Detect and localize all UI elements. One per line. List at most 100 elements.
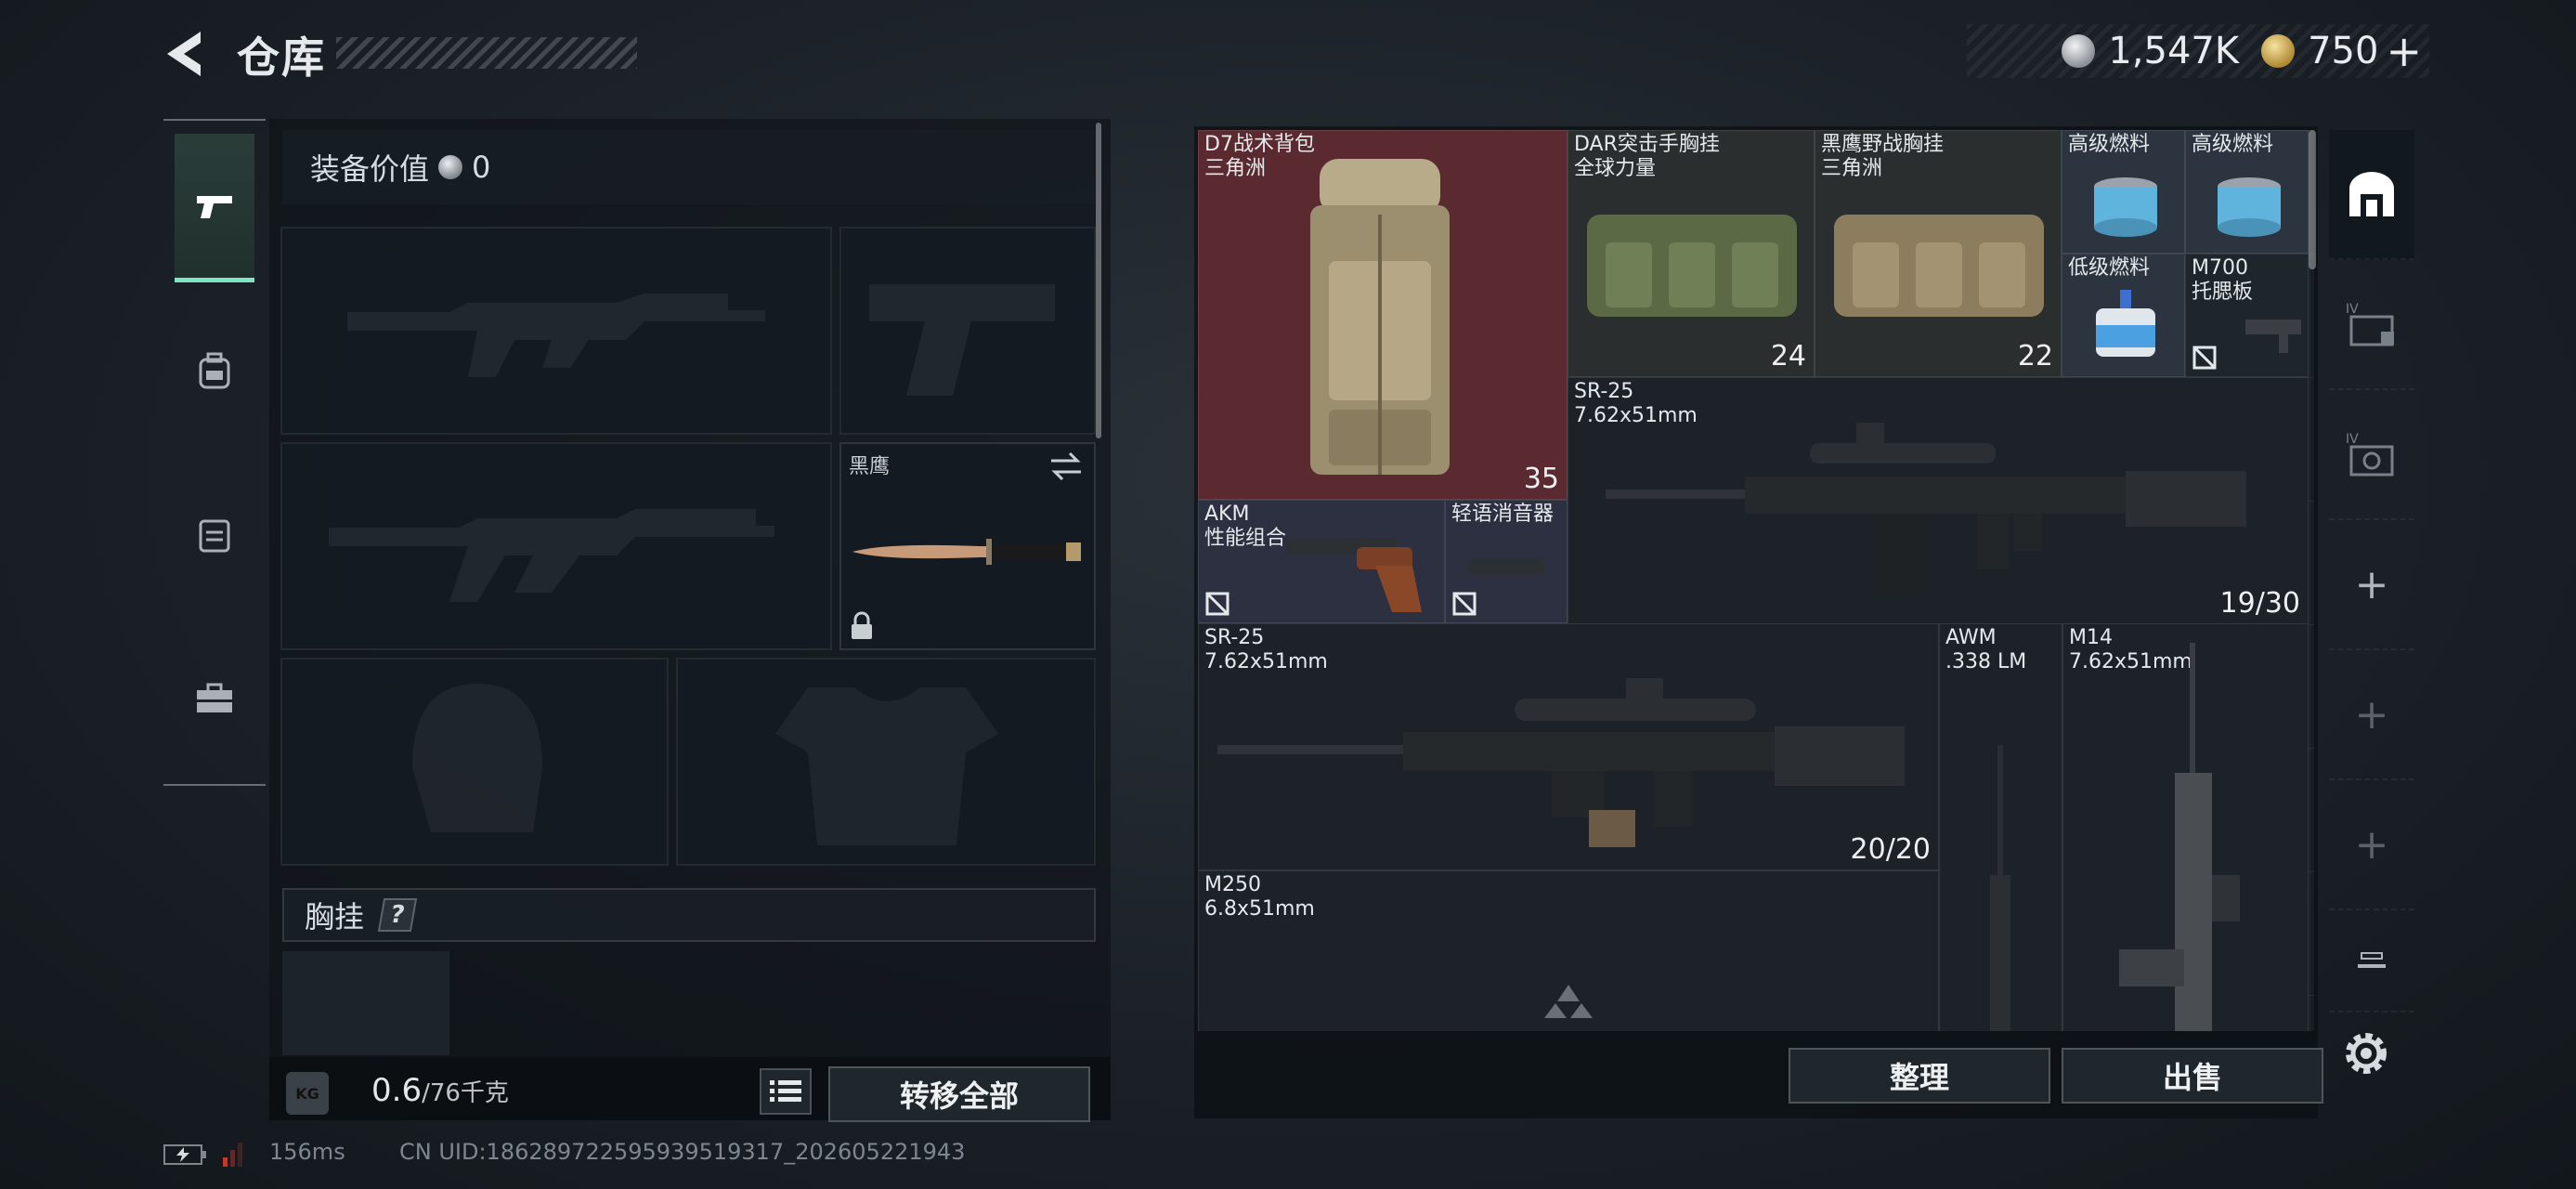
item-name: M14 [2069, 626, 2113, 649]
silver-amount: 1,547K [2108, 30, 2240, 72]
nav-medkit[interactable] [175, 624, 254, 773]
rifle-silhouette-icon [329, 509, 774, 602]
tab-container-2[interactable]: IV [2329, 390, 2414, 520]
stash-item-chest-rig-dar[interactable]: DAR突击手胸挂 全球力量 24 [1568, 130, 1815, 377]
cheek-rest-icon [2245, 320, 2301, 353]
item-name: 黑鹰野战胸挂 [1821, 133, 1945, 156]
stash-item-m250[interactable]: M250 6.8x51mm [1198, 870, 1939, 1031]
stash-item-awm[interactable]: AWM .338 LM [1939, 623, 2062, 1031]
tray-icon [2358, 952, 2386, 968]
pistol-silhouette-icon [869, 284, 1055, 396]
silver-coin-icon [2062, 34, 2096, 68]
stash-panel: D7战术背包 三角洲 35 DAR突击手胸挂 全球力量 24 黑鹰野战胸挂 三角… [1194, 126, 2323, 1118]
organize-button[interactable]: 整理 [1789, 1048, 2050, 1104]
container-iv-2-icon: IV [2346, 432, 2394, 477]
stash-item-sr25-2[interactable]: SR-25 7.62x51mm 20/20 [1198, 623, 1939, 870]
stash-item-m14[interactable]: M14 7.62x51mm [2062, 623, 2309, 1031]
item-name: 高级燃料 [2068, 133, 2151, 156]
stash-item-fuel-high[interactable]: 高级燃料 [2062, 130, 2185, 254]
ping-readout: 156ms [269, 1139, 345, 1165]
currency-bar[interactable]: 1,547K 750 + [1967, 24, 2429, 78]
item-sub: 全球力量 [1574, 157, 1657, 180]
list-icon [770, 1080, 801, 1102]
loadout-panel: 装备价值 0 黑鹰 胸挂 ? KG 0.6/76千克 转移全部 [269, 119, 1111, 1122]
chest-rig-label: 胸挂 [305, 899, 365, 934]
equip-value-bar: 装备价值 0 [282, 130, 1096, 204]
fuel-can-icon [2218, 177, 2281, 237]
stash-scrollbar[interactable] [2309, 130, 2316, 269]
bag-icon [199, 519, 230, 553]
settings-gear-icon[interactable] [2338, 1026, 2394, 1081]
help-icon[interactable]: ? [377, 898, 418, 932]
item-name: SR-25 [1204, 626, 1265, 649]
item-sub: 三角洲 [1821, 157, 1883, 180]
title-decoration [336, 37, 637, 69]
equip-value-amount: 0 [472, 150, 491, 185]
no-drag-icon [1205, 592, 1229, 616]
stash-item-sr25-1[interactable]: SR-25 7.62x51mm 19/30 [1568, 377, 2309, 624]
toolbox-icon [197, 683, 232, 712]
pistol-slot[interactable] [839, 227, 1096, 435]
backpack-art-icon [1310, 159, 1450, 475]
nav-bags[interactable] [175, 461, 254, 609]
item-name: DAR突击手胸挂 [1574, 133, 1720, 156]
chest-rig-header: 胸挂 ? [282, 888, 1096, 942]
page-title: 仓库 [237, 33, 326, 83]
gold-coin-icon [2261, 34, 2296, 68]
list-view-button[interactable] [760, 1068, 812, 1115]
stash-item-akm-kit[interactable]: AKM 性能组合 [1198, 500, 1445, 623]
item-sub: 三角洲 [1204, 157, 1267, 180]
transfer-all-button[interactable]: 转移全部 [828, 1066, 1090, 1122]
armor-slot[interactable] [676, 658, 1096, 866]
item-sub: .338 LM [1945, 650, 2027, 673]
kg-icon: KG [286, 1072, 329, 1115]
item-name: M250 [1204, 873, 1261, 896]
stash-item-backpack[interactable]: D7战术背包 三角洲 35 [1198, 130, 1568, 500]
weight-bar: KG 0.6/76千克 转移全部 [269, 1057, 1111, 1122]
helmet-slot[interactable] [280, 658, 669, 866]
item-name: AKM [1204, 503, 1250, 526]
primary-weapon-slot[interactable] [280, 227, 832, 435]
stash-item-suppressor[interactable]: 轻语消音器 [1445, 500, 1568, 623]
rifle-art-icon [1606, 423, 2246, 597]
plus-icon: + [2354, 820, 2389, 869]
swap-icon[interactable] [1047, 450, 1085, 483]
tab-add-2[interactable]: + [2329, 650, 2414, 780]
sell-button[interactable]: 出售 [2062, 1048, 2323, 1104]
no-drag-icon [2192, 346, 2217, 370]
delta-logo-icon [1544, 985, 1593, 1018]
plus-icon: + [2354, 690, 2389, 738]
left-nav [163, 119, 266, 786]
stash-item-fuel-low[interactable]: 低级燃料 [2062, 254, 2185, 377]
item-name: 高级燃料 [2192, 133, 2274, 156]
melee-slot[interactable]: 黑鹰 [839, 442, 1096, 650]
signal-icon [223, 1143, 242, 1167]
tab-container-1[interactable]: IV [2329, 260, 2414, 390]
back-arrow-icon[interactable] [160, 28, 212, 80]
equip-value-label: 装备价值 [310, 151, 430, 187]
nav-weapons[interactable] [175, 134, 254, 282]
stash-item-fuel-high-2[interactable]: 高级燃料 [2185, 130, 2309, 254]
tab-add-3[interactable]: + [2329, 780, 2414, 910]
battery-icon [163, 1144, 206, 1165]
stash-item-m700-cheek[interactable]: M700 托腮板 [2185, 254, 2309, 377]
silver-coin-icon [438, 155, 463, 179]
chest-rig-slot[interactable] [282, 951, 449, 1055]
secondary-weapon-slot[interactable] [280, 442, 832, 650]
tab-tray[interactable] [2329, 910, 2414, 1013]
pistol-icon [197, 195, 232, 218]
knife-icon [852, 539, 1081, 565]
tab-stash-home[interactable] [2329, 130, 2414, 260]
nav-armor[interactable] [175, 297, 254, 446]
fuel-can-icon [2094, 177, 2157, 237]
item-name: SR-25 [1574, 380, 1634, 403]
item-name: AWM [1945, 626, 1997, 649]
item-count: 35 [1523, 463, 1559, 495]
chest-rig-art-icon [1587, 215, 1797, 317]
stash-item-chest-rig-blackhawk[interactable]: 黑鹰野战胸挂 三角洲 22 [1815, 130, 2062, 377]
stash-grid: D7战术背包 三角洲 35 DAR突击手胸挂 全球力量 24 黑鹰野战胸挂 三角… [1198, 130, 2314, 1031]
tab-add-1[interactable]: + [2329, 520, 2414, 650]
add-currency-button[interactable]: + [2386, 26, 2422, 76]
suppressor-icon [1468, 558, 1546, 575]
loadout-scrollbar[interactable] [1096, 123, 1101, 438]
